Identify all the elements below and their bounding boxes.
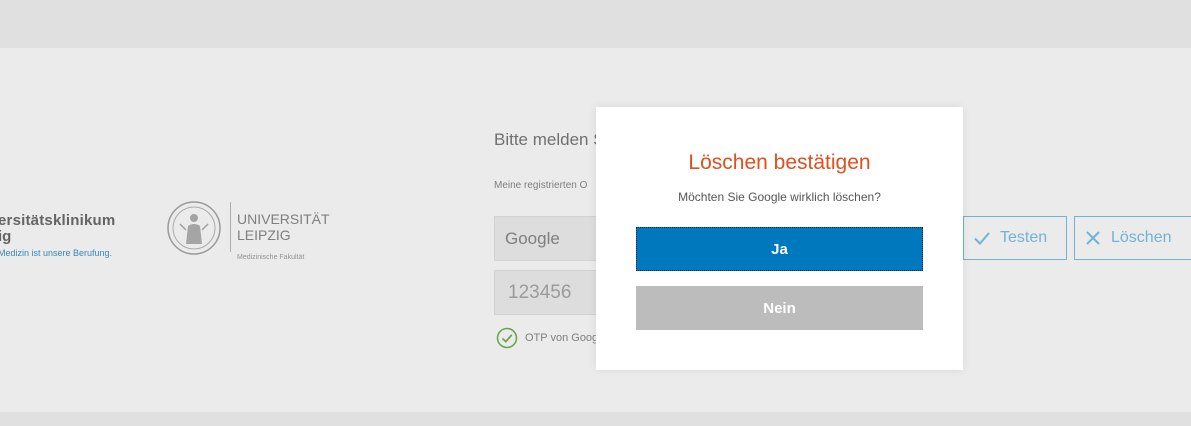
dialog-title: Löschen bestätigen <box>688 151 871 174</box>
confirm-no-button[interactable]: Nein <box>636 286 923 330</box>
dialog-message: Möchten Sie Google wirklich löschen? <box>678 190 881 204</box>
confirm-yes-button[interactable]: Ja <box>636 227 923 271</box>
confirm-delete-dialog: Löschen bestätigen Möchten Sie Google wi… <box>596 107 963 370</box>
login-page: ersitätsklinikum ig Medizin ist unsere B… <box>0 0 1191 426</box>
